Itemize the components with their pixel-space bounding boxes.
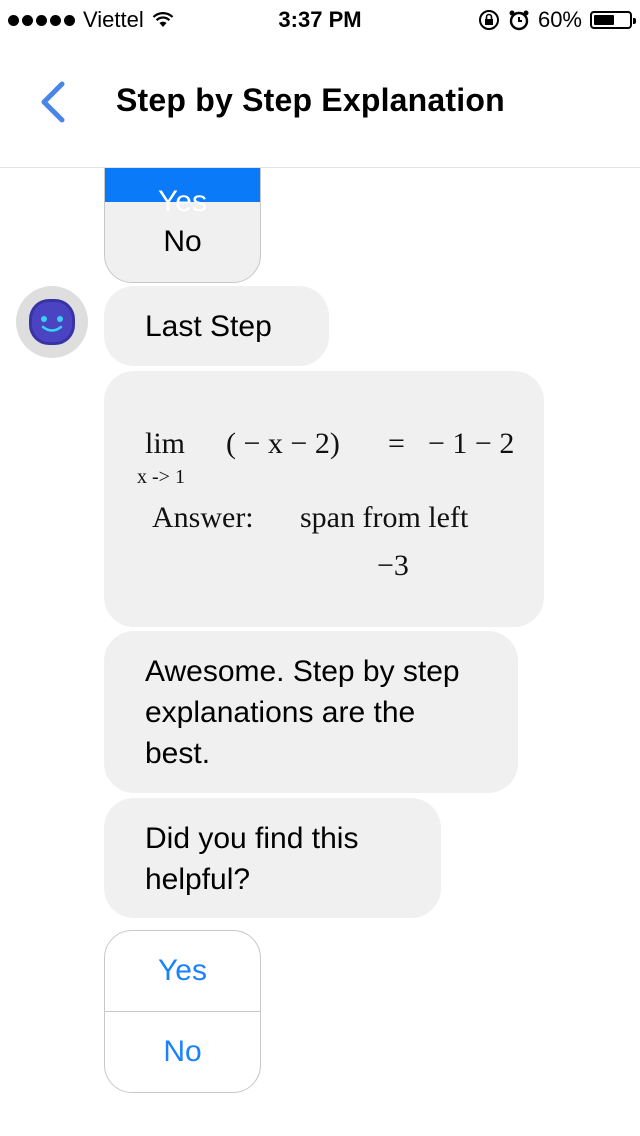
message-awesome: Awesome. Step by step explanations are t…	[104, 631, 518, 793]
message-helpful-question: Did you find this helpful?	[104, 798, 441, 918]
math-equals: =	[388, 427, 405, 460]
previous-no-label: No	[163, 225, 202, 258]
math-expression: ( − x − 2)	[226, 427, 340, 460]
math-answer-text: span from left	[300, 501, 469, 534]
status-right: 60%	[478, 7, 636, 33]
yes-label: Yes	[158, 954, 207, 987]
math-lim-subscript: x -> 1	[137, 466, 185, 488]
page-title: Step by Step Explanation	[116, 82, 505, 118]
message-math-result: lim x -> 1 ( − x − 2) = − 1 − 2 Answer: …	[104, 371, 544, 627]
math-answer-value: −3	[377, 549, 409, 582]
battery-fill	[594, 15, 615, 25]
message-last-step: Last Step	[104, 286, 329, 366]
battery-percent: 60%	[537, 7, 582, 32]
math-answer-label: Answer:	[152, 501, 254, 534]
status-bar: Viettel 3:37 PM 60%	[0, 0, 640, 40]
no-option[interactable]: No	[105, 1012, 260, 1092]
battery-icon	[590, 11, 636, 29]
quick-reply: Yes No	[104, 930, 261, 1093]
navigation-bar: Step by Step Explanation	[0, 40, 640, 168]
no-label: No	[163, 1035, 202, 1068]
previous-yes-option[interactable]: Yes	[105, 168, 260, 218]
message-text: Did you find this helpful?	[145, 822, 359, 896]
math-rhs: − 1 − 2	[428, 427, 515, 460]
message-text: Awesome. Step by step explanations are t…	[145, 655, 460, 770]
rotation-lock-icon	[478, 10, 499, 30]
message-text: Last Step	[145, 310, 272, 343]
bot-avatar	[16, 286, 88, 358]
robot-face-icon	[29, 299, 75, 345]
back-chevron-icon[interactable]	[34, 80, 74, 124]
yes-option[interactable]: Yes	[105, 931, 260, 1011]
alarm-icon	[509, 10, 529, 31]
previous-quick-reply: Yes No	[104, 168, 261, 283]
chat-thread[interactable]: Yes No Last Step lim x -> 1 ( − x − 2) =…	[0, 168, 640, 1136]
previous-yes-label: Yes	[158, 185, 207, 218]
